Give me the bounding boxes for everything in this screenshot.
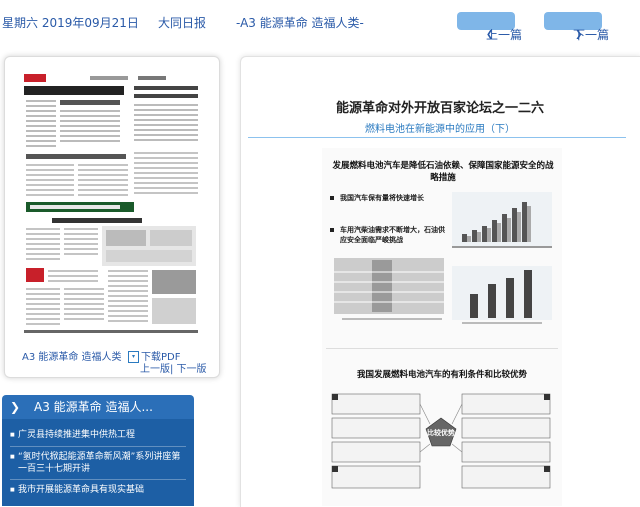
- article-subtitle: 燃料电池在新能源中的应用（下）: [365, 124, 515, 135]
- list-item[interactable]: 广灵县持续推进集中供热工程: [10, 429, 186, 441]
- list-item[interactable]: “氢时代掀起能源革命新风潮”系列讲座第一百三十七期开讲: [10, 451, 186, 475]
- article-image: 发展燃料电池汽车是降低石油依赖、保障国家能源安全的战略措施 我国汽车保有量将快速…: [322, 148, 562, 506]
- page-label: -A3 能源革命 造福人类-: [236, 16, 364, 30]
- prev-article-button[interactable]: ❮ 上一篇: [457, 12, 522, 42]
- chevron-right-icon: ❯: [10, 400, 21, 414]
- pdf-icon: ▾: [128, 351, 139, 363]
- page-pager[interactable]: 上一版| 下一版: [140, 360, 207, 375]
- figure1-bullet-2: 车用汽柴油需求不断增大，石油供应安全面临严峻挑战: [340, 226, 445, 244]
- date-label: 星期六 2019年09月21日: [2, 16, 139, 30]
- next-article-button[interactable]: 下一篇 ❯: [544, 12, 609, 42]
- figure1-title: 发展燃料电池汽车是降低石油依赖、保障国家能源安全的战略措施: [332, 161, 554, 183]
- figure2-title: 我国发展燃料电池汽车的有利条件和比较优势: [356, 370, 527, 380]
- divider: [10, 479, 186, 480]
- figure1-bullet-1: 我国汽车保有量将快速增长: [340, 194, 424, 202]
- newspaper-name: 大同日报: [158, 16, 207, 30]
- chevron-right-icon: ❯: [575, 30, 583, 40]
- newspaper-page-thumbnail[interactable]: [22, 72, 200, 342]
- thumbnail-caption[interactable]: A3 能源革命 造福人类: [22, 348, 122, 363]
- list-item[interactable]: 我市开展能源革命具有现实基础: [10, 484, 186, 496]
- top-bar: 星期六 2019年09月21日 大同日报 -A3 能源革命 造福人类- ❮ 上一篇…: [0, 0, 640, 44]
- section-header[interactable]: ❯ A3 能源革命 造福人...: [2, 395, 194, 419]
- article-title: 能源革命对外开放百家论坛之一二六: [335, 101, 544, 116]
- divider: [10, 446, 186, 447]
- section-article-list: 广灵县持续推进集中供热工程 “氢时代掀起能源革命新风潮”系列讲座第一百三十七期开…: [2, 419, 194, 506]
- title-divider: [248, 137, 626, 138]
- figure2-center-label: 比较优势: [427, 429, 455, 437]
- newspaper-page-image: [22, 72, 200, 342]
- section-title: A3 能源革命 造福人...: [34, 400, 153, 414]
